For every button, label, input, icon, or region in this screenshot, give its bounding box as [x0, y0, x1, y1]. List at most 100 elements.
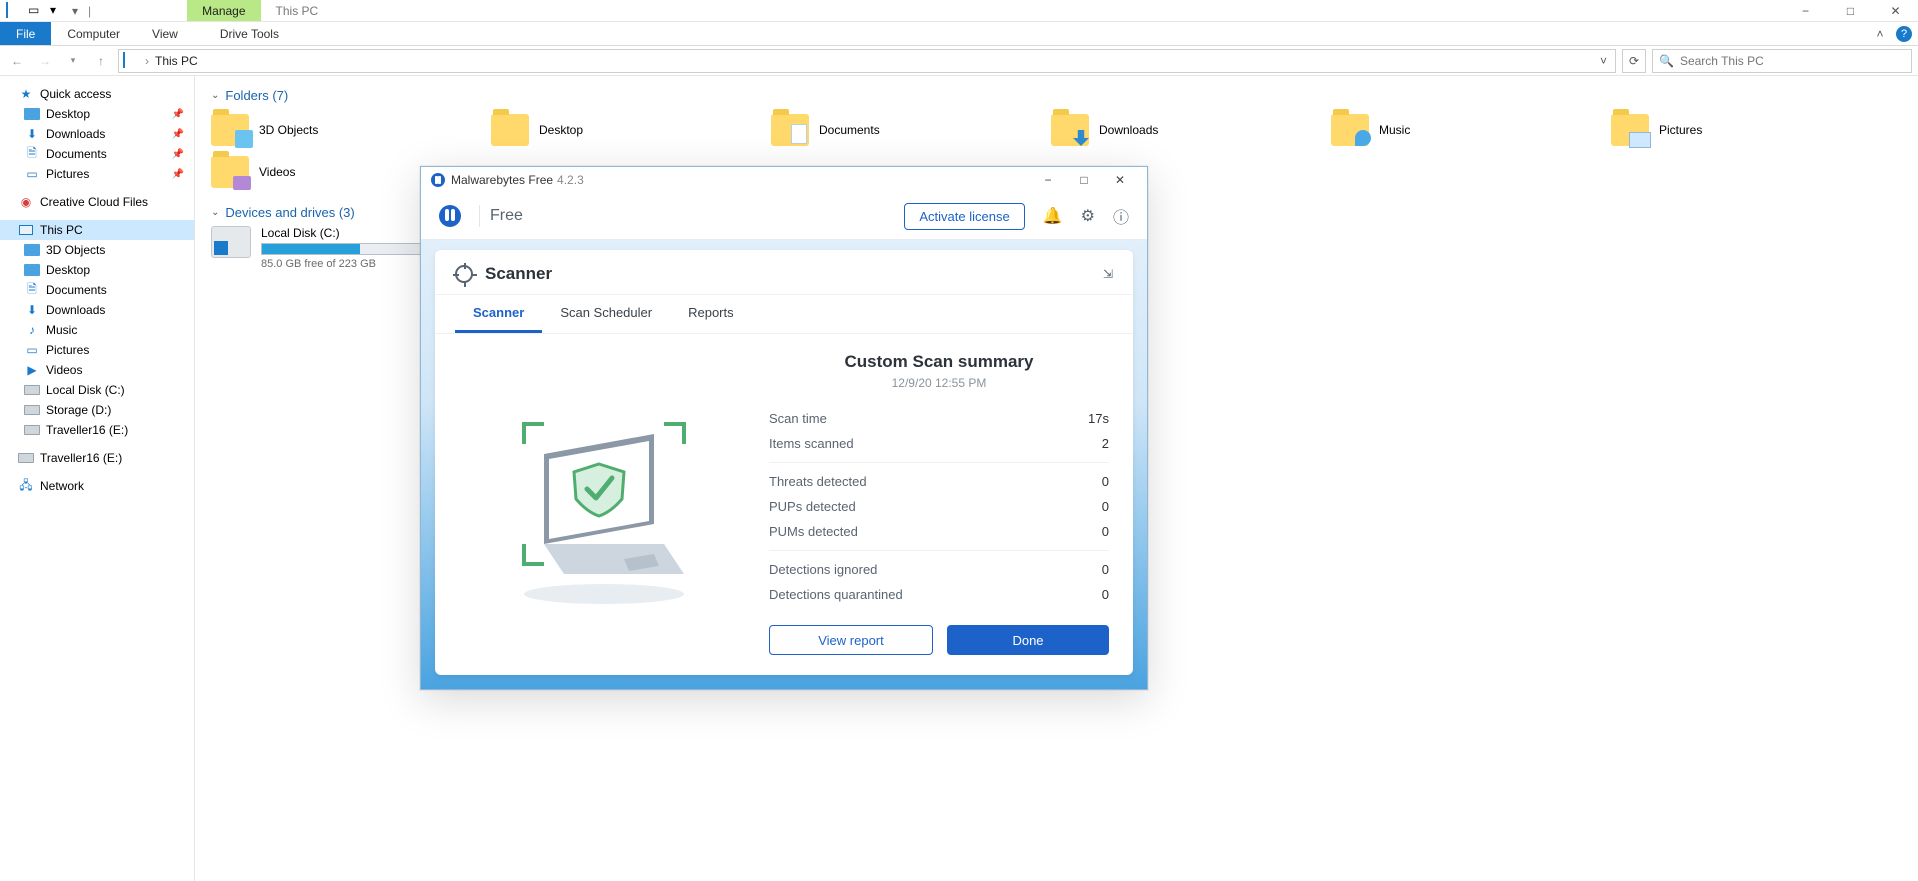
search-box[interactable]: 🔍 — [1652, 49, 1912, 73]
tab-reports[interactable]: Reports — [670, 295, 752, 333]
music-icon: ♪ — [24, 322, 40, 338]
up-button[interactable]: ↑ — [90, 50, 112, 72]
search-input[interactable] — [1680, 54, 1905, 68]
view-report-button[interactable]: View report — [769, 625, 933, 655]
ribbon: File Home Computer View Drive Tools ˄ ? — [0, 22, 1918, 46]
sidebar-item-pictures[interactable]: ▭Pictures📌 — [0, 164, 194, 184]
sidebar-item-3dobjects[interactable]: 3D Objects — [0, 240, 194, 260]
pictures-icon: ▭ — [24, 342, 40, 358]
drive-local-c[interactable]: Local Disk (C:) 85.0 GB free of 223 GB — [211, 226, 421, 270]
pc-icon — [18, 222, 34, 238]
folder-downloads[interactable]: Downloads — [1051, 109, 1251, 151]
gear-icon[interactable]: ⚙ — [1081, 206, 1095, 226]
folder-3dobjects[interactable]: 3D Objects — [211, 109, 411, 151]
contextual-tab-manage[interactable]: Manage — [187, 0, 260, 21]
folder-icon — [24, 262, 40, 278]
sidebar-item-pictures2[interactable]: ▭Pictures — [0, 340, 194, 360]
scanner-tabs: Scanner Scan Scheduler Reports — [435, 295, 1133, 334]
mb-version: 4.2.3 — [557, 173, 584, 187]
folder-pictures[interactable]: Pictures — [1611, 109, 1811, 151]
sidebar-item-music[interactable]: ♪Music — [0, 320, 194, 340]
folder-documents[interactable]: Documents — [771, 109, 971, 151]
drive-icon — [24, 422, 40, 438]
ribbon-tab-computer[interactable]: Computer — [51, 22, 136, 45]
sidebar-quick-access[interactable]: ★Quick access — [0, 84, 194, 104]
sidebar-this-pc[interactable]: This PC — [0, 220, 194, 240]
done-button[interactable]: Done — [947, 625, 1109, 655]
forward-button[interactable]: → — [34, 50, 56, 72]
mb-header: Free Activate license 🔔 ⚙ ⓘ — [421, 194, 1147, 240]
sidebar-creative-cloud[interactable]: ◉Creative Cloud Files — [0, 192, 194, 212]
mb-maximize-button[interactable]: □ — [1067, 170, 1101, 190]
drive-icon — [24, 402, 40, 418]
sidebar-item-downloads[interactable]: ⬇Downloads📌 — [0, 124, 194, 144]
breadcrumb-sep: › — [145, 54, 149, 68]
activate-license-button[interactable]: Activate license — [904, 203, 1024, 230]
scanner-panel: Scanner ⇲ Scanner Scan Scheduler Reports — [435, 250, 1133, 675]
pin-icon: 📌 — [172, 129, 184, 140]
sidebar-item-traveller-detached[interactable]: Traveller16 (E:) — [0, 448, 194, 468]
mb-minimize-button[interactable]: − — [1031, 170, 1065, 190]
folder-videos[interactable]: Videos — [211, 151, 411, 193]
sidebar-network[interactable]: 🖧Network — [0, 476, 194, 496]
navigation-bar: ← → ▾ ↑ › This PC ˅ ⟳ 🔍 — [0, 46, 1918, 76]
scan-summary: Custom Scan summary 12/9/20 12:55 PM Sca… — [769, 352, 1109, 655]
sidebar-item-storage-d[interactable]: Storage (D:) — [0, 400, 194, 420]
tab-scheduler[interactable]: Scan Scheduler — [542, 295, 670, 333]
sidebar-item-traveller-e[interactable]: Traveller16 (E:) — [0, 420, 194, 440]
back-button[interactable]: ← — [6, 50, 28, 72]
minimize-button[interactable]: − — [1783, 0, 1828, 22]
sidebar-item-localdisk-c[interactable]: Local Disk (C:) — [0, 380, 194, 400]
row-pums: PUMs detected0 — [769, 519, 1109, 544]
row-pups: PUPs detected0 — [769, 494, 1109, 519]
tab-scanner[interactable]: Scanner — [455, 295, 542, 333]
pin-icon: 📌 — [172, 109, 184, 120]
scan-illustration — [459, 352, 749, 655]
pictures-icon: ▭ — [24, 166, 40, 182]
drive-name: Local Disk (C:) — [261, 226, 421, 240]
sidebar-item-downloads2[interactable]: ⬇Downloads — [0, 300, 194, 320]
recent-locations[interactable]: ▾ — [62, 50, 84, 72]
mb-close-button[interactable]: ✕ — [1103, 170, 1137, 190]
sidebar-item-videos[interactable]: ▶Videos — [0, 360, 194, 380]
drive-usage-bar — [261, 243, 421, 255]
pin-icon: 📌 — [172, 169, 184, 180]
sidebar-item-documents[interactable]: 🗎Documents📌 — [0, 144, 194, 164]
maximize-button[interactable]: □ — [1828, 0, 1873, 22]
sidebar-item-desktop[interactable]: Desktop📌 — [0, 104, 194, 124]
ribbon-tab-drive-tools[interactable]: Drive Tools — [204, 22, 295, 45]
ribbon-tab-file[interactable]: File — [0, 22, 51, 45]
new-folder-icon[interactable]: ▾ — [50, 3, 66, 19]
malwarebytes-window: Malwarebytes Free 4.2.3 − □ ✕ Free Activ… — [420, 166, 1148, 690]
mb-titlebar[interactable]: Malwarebytes Free 4.2.3 − □ ✕ — [421, 167, 1147, 194]
collapse-icon[interactable]: ⇲ — [1103, 267, 1113, 281]
folder-music[interactable]: Music — [1331, 109, 1531, 151]
drive-icon — [18, 450, 34, 466]
address-bar[interactable]: › This PC ˅ — [118, 49, 1616, 73]
folders-section-header[interactable]: ⌄Folders (7) — [211, 88, 1902, 103]
pin-icon: 📌 — [172, 149, 184, 160]
close-button[interactable]: ✕ — [1873, 0, 1918, 22]
sidebar-item-documents2[interactable]: 🗎Documents — [0, 280, 194, 300]
row-ignored: Detections ignored0 — [769, 557, 1109, 582]
folder-icon — [1611, 114, 1649, 146]
folder-icon — [211, 156, 249, 188]
ribbon-collapse[interactable]: ˄ — [1870, 27, 1890, 41]
malwarebytes-logo-icon — [431, 173, 445, 187]
folder-desktop[interactable]: Desktop — [491, 109, 691, 151]
breadcrumb[interactable]: This PC — [155, 54, 198, 68]
sidebar-item-desktop2[interactable]: Desktop — [0, 260, 194, 280]
refresh-button[interactable]: ⟳ — [1622, 49, 1646, 73]
navigation-pane: ★Quick access Desktop📌 ⬇Downloads📌 🗎Docu… — [0, 76, 195, 881]
ribbon-tab-view[interactable]: View — [136, 22, 194, 45]
help-icon[interactable]: ⓘ — [1113, 204, 1129, 228]
qat-overflow[interactable]: ▾ — [72, 4, 78, 18]
properties-icon[interactable]: ▭ — [28, 3, 44, 19]
bell-icon[interactable]: 🔔 — [1043, 206, 1063, 226]
address-dropdown[interactable]: ˅ — [1596, 54, 1611, 68]
chevron-down-icon: ⌄ — [211, 90, 219, 101]
explorer-icon — [6, 3, 22, 19]
help-icon[interactable]: ? — [1896, 26, 1912, 42]
folder-icon — [491, 114, 529, 146]
drive-icon — [24, 382, 40, 398]
